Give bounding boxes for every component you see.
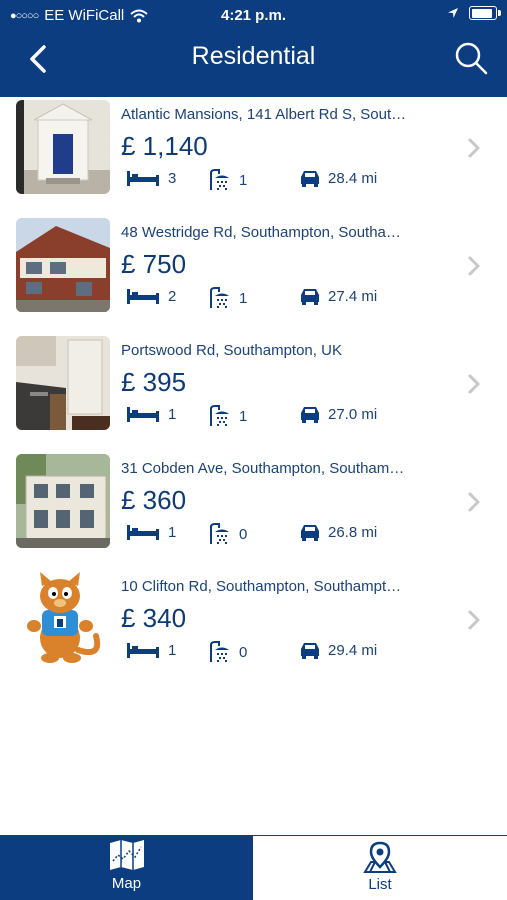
bed-icon: [127, 171, 159, 186]
bathroom-count: 1: [239, 289, 248, 307]
status-bar: ●○○○○ EE WiFiCall 4:21 p.m.: [0, 0, 507, 30]
shower-icon: [210, 641, 229, 662]
chevron-right-icon: [468, 492, 480, 512]
listing-row[interactable]: Atlantic Mansions, 141 Albert Rd S, Sout…: [0, 97, 507, 215]
chevron-right-icon: [468, 138, 480, 158]
chevron-right-icon: [468, 374, 480, 394]
listing-address: Portswood Rd, Southampton, UK: [121, 342, 342, 359]
status-time: 4:21 p.m.: [220, 7, 287, 24]
map-pin-icon: [363, 841, 397, 873]
bedroom-count: 3: [168, 169, 177, 187]
listing-address: 10 Clifton Rd, Southampton, Southampt…: [121, 578, 402, 595]
bedroom-count: 1: [168, 641, 177, 659]
car-icon: [301, 643, 319, 659]
listing-address: 48 Westridge Rd, Southampton, Southa…: [121, 224, 401, 241]
shower-icon: [210, 405, 229, 426]
distance-label: 27.0 mi: [328, 405, 378, 423]
tab-list[interactable]: List: [253, 835, 507, 900]
bathroom-count: 1: [239, 171, 248, 189]
bathroom-count: 0: [239, 525, 248, 543]
car-icon: [301, 525, 319, 541]
listing-row[interactable]: 31 Cobden Ave, Southampton, Southam… £ 3…: [0, 451, 507, 569]
car-icon: [301, 171, 319, 187]
bed-icon: [127, 289, 159, 304]
map-icon: [109, 840, 144, 870]
listing-price: £ 750: [121, 249, 187, 279]
car-icon: [301, 289, 319, 305]
listing-list: Atlantic Mansions, 141 Albert Rd S, Sout…: [0, 97, 507, 687]
listing-row[interactable]: 48 Westridge Rd, Southampton, Southa… £ …: [0, 215, 507, 333]
distance-label: 28.4 mi: [328, 169, 378, 187]
bathroom-count: 0: [239, 643, 248, 661]
bed-icon: [127, 525, 159, 540]
distance-label: 26.8 mi: [328, 523, 378, 541]
listing-price: £ 340: [121, 603, 187, 633]
search-button[interactable]: [453, 40, 489, 76]
property-photo: [16, 336, 110, 430]
battery-icon: [469, 6, 501, 20]
chevron-right-icon: [468, 610, 480, 630]
listing-price: £ 1,140: [121, 131, 208, 161]
listing-address: 31 Cobden Ave, Southampton, Southam…: [121, 460, 405, 477]
header-bar: ●○○○○ EE WiFiCall 4:21 p.m. Residential: [0, 0, 507, 97]
shower-icon: [210, 169, 229, 190]
tab-list-label: List: [368, 876, 392, 893]
bedroom-count: 2: [168, 287, 177, 305]
tab-map[interactable]: Map: [0, 835, 253, 900]
listing-row[interactable]: Portswood Rd, Southampton, UK £ 395 1 1: [0, 333, 507, 451]
bedroom-count: 1: [168, 523, 177, 541]
distance-label: 27.4 mi: [328, 287, 378, 305]
car-icon: [301, 407, 319, 423]
bathroom-count: 1: [239, 407, 248, 425]
shower-icon: [210, 287, 229, 308]
chevron-right-icon: [468, 256, 480, 276]
listing-price: £ 395: [121, 367, 187, 397]
listing-address: Atlantic Mansions, 141 Albert Rd S, Sout…: [121, 106, 407, 123]
property-photo: [16, 218, 110, 312]
page-title: Residential: [191, 42, 316, 70]
location-arrow-icon: [448, 8, 458, 18]
tab-map-label: Map: [111, 875, 142, 892]
listing-row[interactable]: 10 Clifton Rd, Southampton, Southampt… £…: [0, 569, 507, 687]
shower-icon: [210, 523, 229, 544]
bed-icon: [127, 643, 159, 658]
bedroom-count: 1: [168, 405, 177, 423]
distance-label: 29.4 mi: [328, 641, 378, 659]
tab-bar: Map List: [0, 835, 507, 900]
bed-icon: [127, 407, 159, 422]
mascot-placeholder-image: [16, 572, 110, 666]
property-photo: [16, 100, 110, 194]
property-photo: [16, 454, 110, 548]
listing-price: £ 360: [121, 485, 187, 515]
search-icon: [455, 42, 488, 75]
